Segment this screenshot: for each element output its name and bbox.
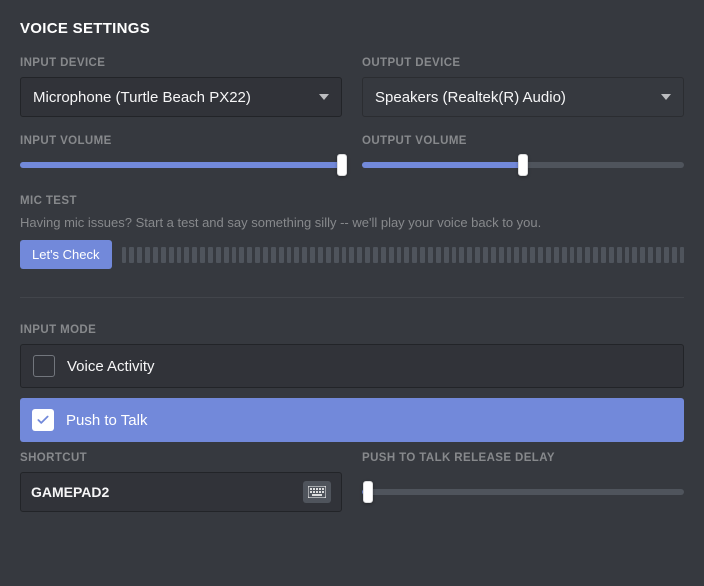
input-device-label: INPUT DEVICE (20, 57, 342, 69)
input-mode-option-label: Voice Activity (67, 358, 155, 375)
output-volume-slider[interactable] (362, 155, 684, 175)
mic-test-help: Having mic issues? Start a test and say … (20, 215, 684, 230)
output-device-label: OUTPUT DEVICE (362, 57, 684, 69)
shortcut-label: SHORTCUT (20, 452, 342, 464)
divider (20, 297, 684, 298)
caret-down-icon (661, 94, 671, 100)
checkbox-checked-icon (32, 409, 54, 431)
mic-level-meter (122, 247, 684, 263)
input-device-select[interactable]: Microphone (Turtle Beach PX22) (20, 77, 342, 117)
caret-down-icon (319, 94, 329, 100)
input-mode-voice-activity[interactable]: Voice Activity (20, 344, 684, 388)
keyboard-icon (303, 481, 331, 503)
input-device-value: Microphone (Turtle Beach PX22) (33, 89, 251, 106)
input-mode-push-to-talk[interactable]: Push to Talk (20, 398, 684, 442)
page-title: VOICE SETTINGS (20, 20, 684, 37)
output-volume-label: OUTPUT VOLUME (362, 135, 684, 147)
ptt-delay-slider[interactable] (362, 482, 684, 502)
output-device-select[interactable]: Speakers (Realtek(R) Audio) (362, 77, 684, 117)
ptt-delay-label: PUSH TO TALK RELEASE DELAY (362, 452, 684, 464)
shortcut-value: GAMEPAD2 (31, 484, 109, 500)
input-mode-label: INPUT MODE (20, 324, 684, 336)
mic-test-button[interactable]: Let's Check (20, 240, 112, 269)
checkbox-unchecked-icon (33, 355, 55, 377)
output-device-value: Speakers (Realtek(R) Audio) (375, 89, 566, 106)
input-volume-label: INPUT VOLUME (20, 135, 342, 147)
input-volume-slider[interactable] (20, 155, 342, 175)
mic-test-label: MIC TEST (20, 195, 684, 207)
input-mode-option-label: Push to Talk (66, 412, 147, 429)
shortcut-input[interactable]: GAMEPAD2 (20, 472, 342, 512)
